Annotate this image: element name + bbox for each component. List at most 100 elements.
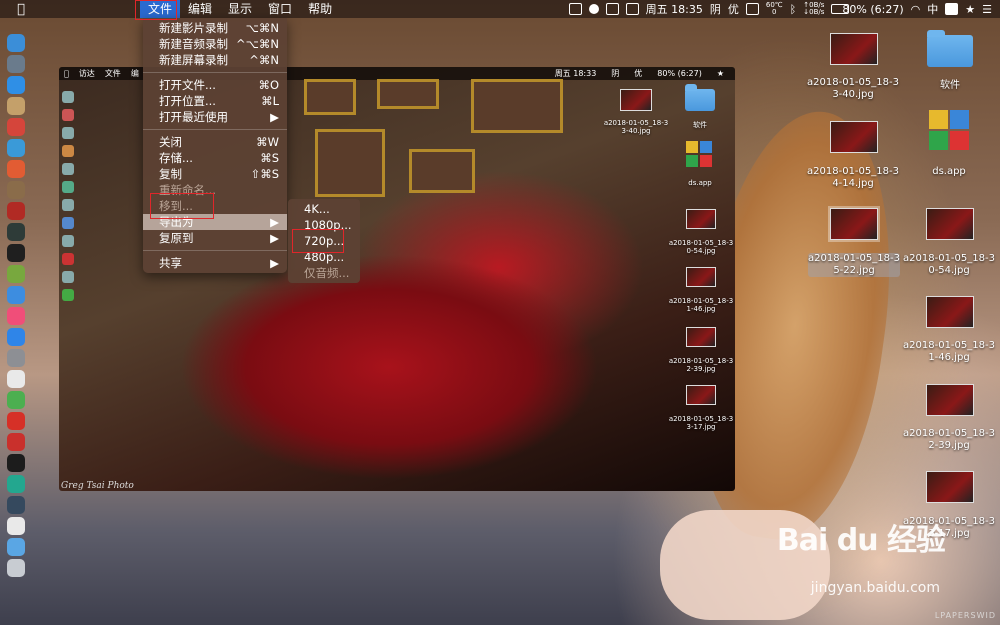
file-thumbnail[interactable]	[926, 471, 974, 503]
picture-frame	[304, 79, 356, 115]
menu-item-new-movie[interactable]: 新建影片录制 ⌥⌘N	[143, 20, 287, 36]
desktop-file-label[interactable]: a2018-01-05_18-3 4-14.jpg	[800, 166, 906, 190]
submenu-arrow-icon: ▶	[270, 215, 279, 229]
screenshot-dock-icon	[62, 109, 74, 121]
bluetooth-icon[interactable]: ᛒ	[790, 3, 797, 16]
record-icon[interactable]	[588, 4, 599, 14]
ds-app-icon[interactable]	[929, 110, 969, 150]
menu-item-duplicate[interactable]: 复制 ⇧⌘S	[143, 166, 287, 182]
menu-edit[interactable]: 编辑	[180, 0, 220, 18]
desktop-file-label[interactable]: a2018-01-05_18-3 1-46.jpg	[896, 340, 1000, 364]
screenshot-weather: 阴	[611, 69, 620, 78]
picture-frame	[377, 79, 439, 109]
star-icon[interactable]: ★	[965, 3, 975, 16]
desktop-file-label[interactable]: a2018-01-05_18-3 3-40.jpg	[800, 77, 906, 101]
input-method[interactable]: 优	[728, 1, 739, 17]
document-icon[interactable]	[7, 517, 25, 535]
file-thumbnail[interactable]	[926, 296, 974, 328]
netease-icon[interactable]	[7, 202, 25, 220]
menu-item-open-location[interactable]: 打开位置... ⌘L	[143, 93, 287, 109]
status-area: 周五 18:35 阴 优 60℃ 0 ᛒ ↑0B/s ↓0B/s 80% (6:…	[568, 0, 992, 18]
submenu-arrow-icon: ▶	[270, 231, 279, 245]
menu-item-shortcut: ⇧⌘S	[250, 167, 279, 181]
clock[interactable]: 周五 18:35	[646, 1, 703, 17]
menu-window[interactable]: 窗口	[260, 0, 300, 18]
finder-icon[interactable]	[7, 34, 25, 52]
baidu-url: jingyan.baidu.com	[810, 580, 940, 596]
menu-item-open-file[interactable]: 打开文件... ⌘O	[143, 77, 287, 93]
trash-icon[interactable]	[7, 559, 25, 577]
sidebar-icon[interactable]	[568, 3, 582, 15]
safari-icon[interactable]	[7, 76, 25, 94]
temperature-widget[interactable]: 60℃ 0	[766, 2, 783, 16]
screenshot-menu-item: 文件	[100, 69, 121, 78]
menu-item-share[interactable]: 共享 ▶	[143, 255, 287, 271]
mail-icon[interactable]	[7, 139, 25, 157]
list-icon[interactable]: ☰	[982, 3, 992, 16]
file-thumbnail[interactable]	[926, 384, 974, 416]
launchpad-icon[interactable]	[7, 55, 25, 73]
folder-icon[interactable]	[7, 538, 25, 556]
file-thumbnail[interactable]	[828, 206, 880, 242]
menu-item-label: 打开位置...	[159, 94, 216, 108]
vivaldi-icon[interactable]	[7, 433, 25, 451]
photos-icon[interactable]	[7, 181, 25, 199]
input-menu-icon[interactable]: 中	[927, 1, 938, 17]
apple-icon[interactable]: 	[8, 2, 34, 17]
menu-item-new-audio[interactable]: 新建音频录制 ^⌥⌘N	[143, 36, 287, 52]
desktop-file-label[interactable]: ds.app	[915, 166, 983, 178]
file-label: ds.app	[688, 179, 712, 187]
export-4k[interactable]: 4K...	[288, 201, 360, 217]
menu-help[interactable]: 帮助	[300, 0, 340, 18]
network-speed[interactable]: ↑0B/s ↓0B/s	[803, 2, 824, 16]
menu-separator	[143, 129, 287, 130]
menu-item-save[interactable]: 存储... ⌘S	[143, 150, 287, 166]
settings-icon[interactable]	[7, 349, 25, 367]
desktop-file-label-selected[interactable]: a2018-01-05_18-3 5-22.jpg	[808, 253, 900, 277]
menu-item-revert-to[interactable]: 复原到 ▶	[143, 230, 287, 246]
terminal-icon[interactable]	[7, 244, 25, 262]
screenshot-dock-icon	[62, 181, 74, 193]
monitor-icon[interactable]	[7, 223, 25, 241]
battery-text[interactable]: 80% (6:27)	[842, 3, 903, 16]
net-down: ↓0B/s	[803, 8, 825, 16]
desktop-file-label[interactable]: 软件	[920, 80, 980, 92]
keyboard-icon[interactable]	[745, 3, 759, 15]
submenu-arrow-icon: ▶	[270, 110, 279, 124]
app-s-icon[interactable]	[945, 3, 959, 15]
contacts-icon[interactable]	[7, 97, 25, 115]
tools-icon[interactable]	[7, 265, 25, 283]
file-thumbnail[interactable]	[830, 121, 878, 153]
yandex-icon[interactable]	[7, 370, 25, 388]
menu-item-close[interactable]: 关闭 ⌘W	[143, 134, 287, 150]
quicktime-icon[interactable]	[7, 496, 25, 514]
window-icon[interactable]	[625, 3, 639, 15]
weather[interactable]: 阴	[710, 1, 721, 17]
appstore-icon[interactable]	[7, 328, 25, 346]
display-icon[interactable]	[605, 3, 619, 15]
desktop-file-label[interactable]: a2018-01-05_18-3 0-54.jpg	[896, 253, 1000, 277]
screenshot-dock-icon	[62, 253, 74, 265]
menu-item-new-screen[interactable]: 新建屏幕录制 ^⌘N	[143, 52, 287, 68]
app-icon[interactable]	[7, 118, 25, 136]
menu-item-open-recent[interactable]: 打开最近使用 ▶	[143, 109, 287, 125]
chrome-icon[interactable]	[7, 391, 25, 409]
photo-app-icon[interactable]	[7, 475, 25, 493]
picture-frame	[471, 79, 563, 133]
menu-view[interactable]: 显示	[220, 0, 260, 18]
music-icon[interactable]	[7, 307, 25, 325]
screenshot-dock-icon	[62, 217, 74, 229]
wifi-icon[interactable]: ◠	[911, 3, 921, 16]
messages-icon[interactable]	[7, 160, 25, 178]
desktop-file-label[interactable]: a2018-01-05_18-3 2-39.jpg	[896, 428, 1000, 452]
file-thumbnail[interactable]	[830, 33, 878, 65]
folder-icon[interactable]	[927, 30, 973, 67]
submenu-arrow-icon: ▶	[270, 256, 279, 270]
menu-separator	[143, 250, 287, 251]
terminal2-icon[interactable]	[7, 454, 25, 472]
netease-music-icon[interactable]	[7, 412, 25, 430]
file-thumbnail[interactable]	[926, 208, 974, 240]
annotation-box-720p	[292, 229, 344, 253]
menu-item-label: 共享	[159, 256, 182, 270]
qq-icon[interactable]	[7, 286, 25, 304]
